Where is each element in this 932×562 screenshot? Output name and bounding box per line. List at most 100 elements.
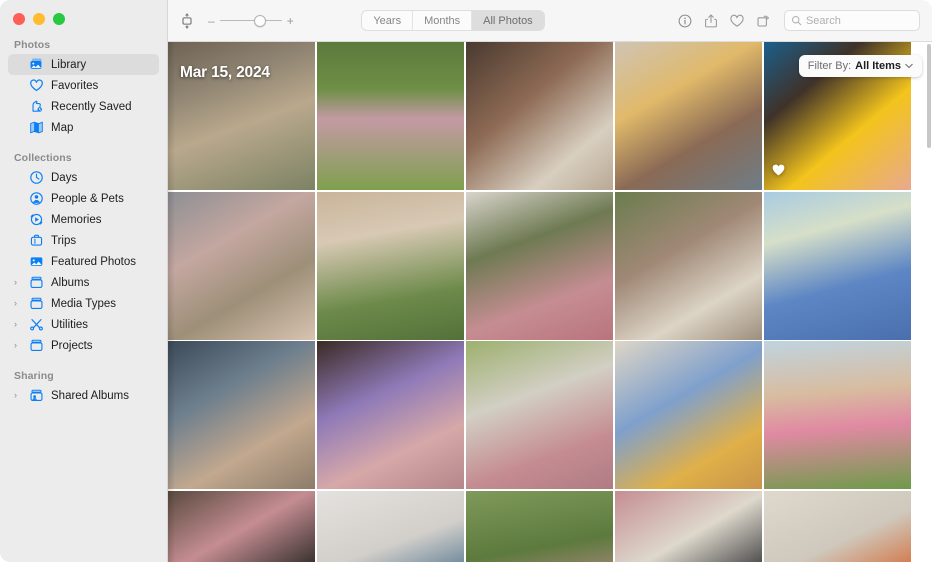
sidebar-section-collections-list: Days People & Pets Memories Trips Featur… [0, 167, 167, 356]
sidebar-section-photos-list: Library Favorites Recently Saved Map [0, 54, 167, 138]
info-icon[interactable] [674, 10, 696, 32]
sidebar-item-media-types[interactable]: › Media Types [8, 293, 159, 314]
favorite-heart-icon [772, 163, 785, 181]
sidebar-item-memories[interactable]: Memories [8, 209, 159, 230]
maximize-button[interactable] [53, 13, 65, 25]
sidebar-item-label: Projects [51, 339, 93, 352]
photo-image [316, 341, 465, 489]
photo-image [763, 341, 911, 489]
tab-months[interactable]: Months [413, 11, 473, 30]
sidebar-item-utilities[interactable]: › Utilities [8, 314, 159, 335]
clock-icon [29, 170, 44, 185]
chevron-right-icon[interactable]: › [14, 320, 23, 329]
photo-thumbnail[interactable] [614, 490, 763, 562]
sidebar-item-label: Shared Albums [51, 389, 129, 402]
chevron-right-icon[interactable]: › [14, 278, 23, 287]
chevron-right-icon[interactable]: › [14, 299, 23, 308]
photo-thumbnail[interactable] [614, 191, 763, 340]
photo-thumbnail[interactable] [614, 341, 763, 489]
search-placeholder: Search [805, 14, 841, 27]
suitcase-icon [29, 233, 44, 248]
photos-window: Photos Library Favorites Recently Saved … [0, 0, 932, 562]
photo-image [168, 191, 316, 340]
photo-thumbnail[interactable] [614, 42, 763, 190]
sidebar-item-label: Featured Photos [51, 255, 137, 268]
chevron-right-icon[interactable]: › [14, 391, 23, 400]
zoom-slider[interactable] [219, 14, 282, 28]
rotate-icon[interactable] [752, 10, 774, 32]
photo-thumbnail[interactable] [316, 490, 465, 562]
sidebar-item-projects[interactable]: › Projects [8, 335, 159, 356]
photo-image [614, 42, 763, 190]
photo-thumbnail[interactable] [465, 490, 614, 562]
album-icon [29, 275, 44, 290]
sidebar-item-people-and-pets[interactable]: People & Pets [8, 188, 159, 209]
photo-thumbnail[interactable] [763, 490, 911, 562]
search-field[interactable]: Search [783, 10, 920, 31]
sidebar-item-days[interactable]: Days [8, 167, 159, 188]
favorite-heart-icon[interactable] [726, 10, 748, 32]
shared-album-icon [29, 388, 44, 403]
photo-thumbnail[interactable] [168, 191, 316, 340]
sidebar-item-label: Library [51, 58, 87, 71]
photo-thumbnail[interactable] [316, 341, 465, 489]
photo-thumbnail[interactable] [763, 341, 911, 489]
sidebar-item-label: Trips [51, 234, 77, 247]
minimize-button[interactable] [33, 13, 45, 25]
sidebar-item-trips[interactable]: Trips [8, 230, 159, 251]
photo-image [614, 341, 763, 489]
toolbar-actions: Search [674, 10, 920, 32]
photo-thumbnail[interactable] [763, 191, 911, 340]
search-icon [791, 15, 802, 26]
photo-thumbnail[interactable] [465, 42, 614, 190]
sidebar-section-sharing-header: Sharing [14, 370, 54, 382]
sidebar-item-map[interactable]: Map [8, 117, 159, 138]
photo-image [168, 42, 316, 190]
traffic-lights [0, 0, 167, 25]
sidebar-item-label: Days [51, 171, 78, 184]
zoom-in-label[interactable]: + [287, 15, 294, 27]
photo-image [168, 341, 316, 489]
sidebar-item-favorites[interactable]: Favorites [8, 75, 159, 96]
sidebar-item-recently-saved[interactable]: Recently Saved [8, 96, 159, 117]
sidebar-item-featured-photos[interactable]: Featured Photos [8, 251, 159, 272]
zoom-slider-control[interactable]: – + [208, 14, 294, 28]
sidebar-item-library[interactable]: Library [8, 54, 159, 75]
sidebar-item-label: Map [51, 121, 74, 134]
recently-saved-icon [29, 99, 44, 114]
library-icon [29, 57, 44, 72]
chevron-right-icon[interactable]: › [14, 341, 23, 350]
close-button[interactable] [13, 13, 25, 25]
sidebar-section-photos-header: Photos [14, 39, 51, 51]
filter-by-button[interactable]: Filter By: All Items [798, 55, 922, 77]
zoom-out-label[interactable]: – [208, 15, 215, 27]
filter-by-value: All Items [855, 60, 901, 72]
photo-thumbnail[interactable] [168, 42, 316, 190]
map-icon [30, 121, 43, 134]
photo-thumbnail[interactable] [316, 42, 465, 190]
photo-thumbnail[interactable] [168, 341, 316, 489]
album-icon [29, 338, 44, 353]
sidebar-item-shared-albums[interactable]: › Shared Albums [8, 385, 159, 406]
photo-image [465, 191, 614, 340]
photo-image [763, 490, 911, 562]
photo-image [465, 341, 614, 489]
tab-all-photos[interactable]: All Photos [472, 11, 544, 30]
photo-grid-container[interactable]: Filter By: All Items Mar 15, 2024 [168, 42, 932, 562]
vertical-scrollbar[interactable] [927, 44, 931, 148]
photo-image [614, 191, 763, 340]
photo-thumbnail[interactable] [465, 191, 614, 340]
photo-thumbnail[interactable] [316, 191, 465, 340]
photo-thumbnail[interactable] [168, 490, 316, 562]
tab-years[interactable]: Years [362, 11, 414, 30]
share-icon[interactable] [700, 10, 722, 32]
photo-thumbnail[interactable] [465, 341, 614, 489]
thumbnail-size-icon[interactable] [176, 10, 198, 32]
zoom-slider-track [219, 19, 282, 21]
photo-image [316, 490, 465, 562]
sidebar-item-label: Utilities [51, 318, 89, 331]
photo-image [465, 490, 614, 562]
sidebar-item-albums[interactable]: › Albums [8, 272, 159, 293]
album-icon [29, 296, 44, 311]
zoom-slider-knob[interactable] [253, 14, 266, 27]
